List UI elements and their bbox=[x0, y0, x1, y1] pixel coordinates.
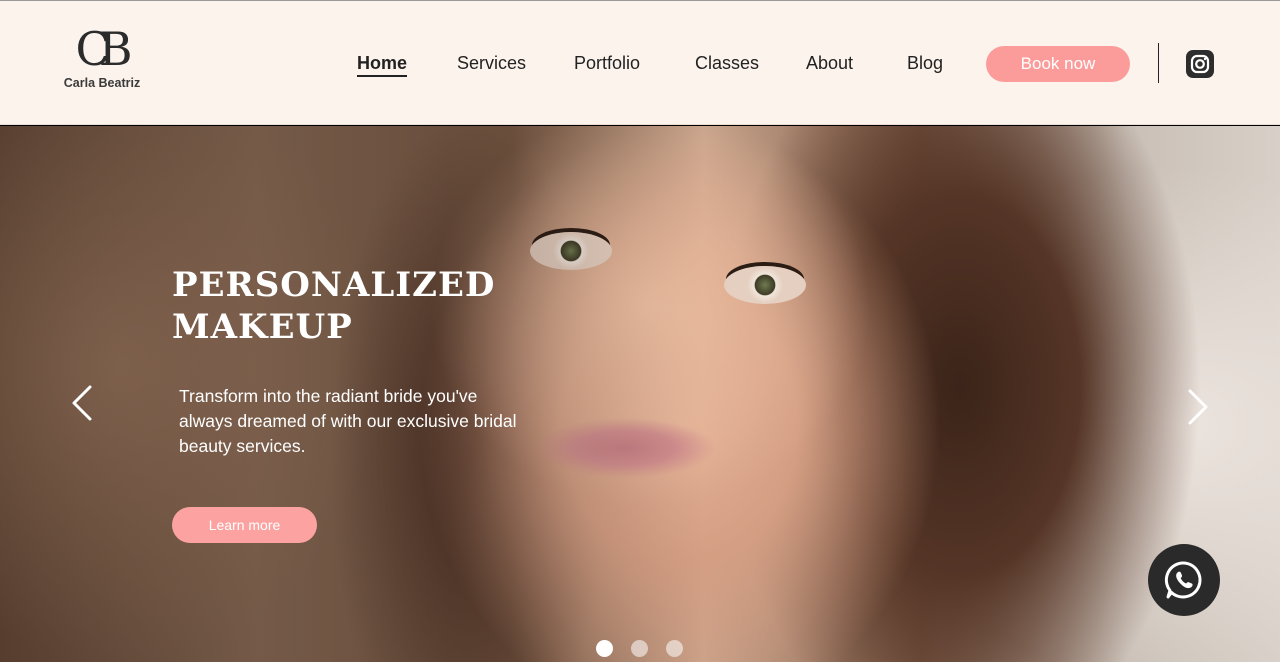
brand-logo[interactable]: CB Carla Beatriz bbox=[60, 25, 144, 90]
chevron-left-icon[interactable] bbox=[62, 378, 102, 428]
nav-item-blog[interactable]: Blog bbox=[907, 53, 943, 74]
hero-title-line-1: Personalized bbox=[172, 265, 496, 305]
carousel-dot-2[interactable] bbox=[631, 640, 648, 657]
site-header: CB Carla Beatriz Home Services Portfolio… bbox=[0, 0, 1280, 125]
nav-item-home[interactable]: Home bbox=[357, 53, 408, 77]
carousel-dot-3[interactable] bbox=[666, 640, 683, 657]
nav-item-portfolio[interactable]: Portfolio bbox=[574, 53, 640, 74]
logo-name: Carla Beatriz bbox=[63, 76, 141, 90]
header-divider bbox=[1158, 43, 1159, 83]
carousel-dot-1[interactable] bbox=[596, 640, 613, 657]
hero-title-line-2: Makeup bbox=[172, 307, 353, 347]
hero-title: Personalized Makeup bbox=[172, 264, 496, 348]
chevron-right-icon[interactable] bbox=[1178, 382, 1218, 432]
nav-item-about[interactable]: About bbox=[806, 53, 853, 74]
instagram-icon[interactable] bbox=[1186, 50, 1214, 78]
learn-more-button[interactable]: Learn more bbox=[172, 507, 317, 543]
logo-monogram: CB bbox=[75, 22, 133, 76]
nav-item-services[interactable]: Services bbox=[457, 53, 526, 74]
nav-item-classes[interactable]: Classes bbox=[695, 53, 759, 74]
hero-carousel: Personalized Makeup Transform into the r… bbox=[0, 126, 1280, 662]
book-now-button[interactable]: Book now bbox=[986, 46, 1130, 82]
whatsapp-icon[interactable] bbox=[1148, 544, 1220, 616]
hero-subtitle: Transform into the radiant bride you've … bbox=[179, 386, 517, 456]
